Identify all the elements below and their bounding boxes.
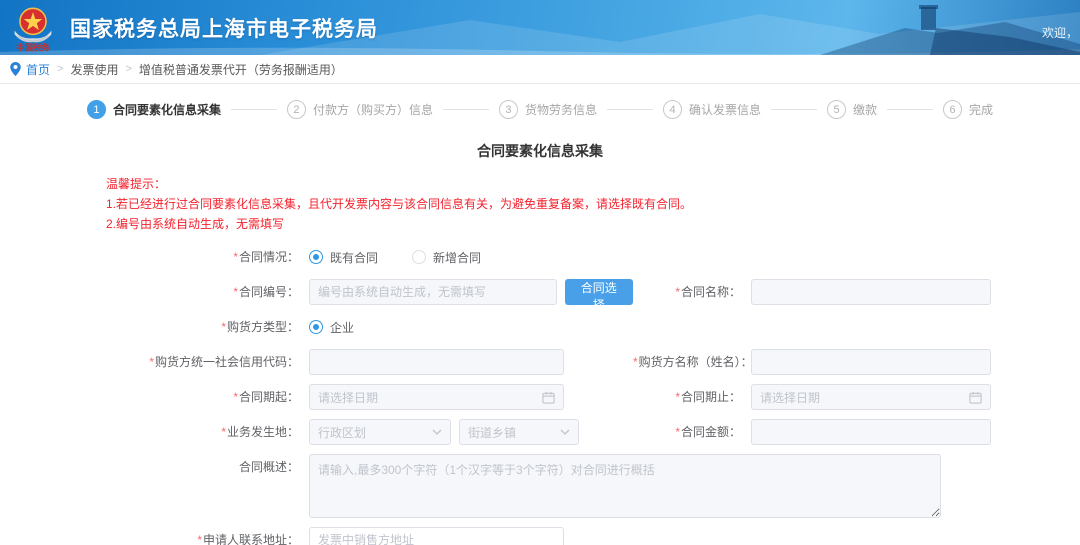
street-select[interactable]: 街道乡镇 xyxy=(459,419,579,445)
header-banner: 中国税务 国家税务总局上海市电子税务局 欢迎， xyxy=(0,0,1080,55)
breadcrumb: 首页 > 发票使用 > 增值税普通发票代开（劳务报酬适用） xyxy=(0,55,1080,84)
contract-select-button[interactable]: 合同选择 xyxy=(565,279,634,305)
date-end-picker[interactable]: 请选择日期 xyxy=(751,384,991,410)
logo-caption-text: 中国税务 xyxy=(16,42,50,52)
breadcrumb-home-link[interactable]: 首页 xyxy=(26,61,50,78)
radio-new-contract[interactable]: 新增合同 xyxy=(412,249,481,266)
step-number-badge: 4 xyxy=(663,100,682,119)
tips-line-1: 1.若已经进行过合同要素化信息采集，且代开发票内容与该合同信息有关，为避免重复备… xyxy=(106,195,1080,215)
step-5-payment: 5 缴款 xyxy=(827,100,877,119)
step-label: 付款方（购买方）信息 xyxy=(313,101,433,118)
district-select[interactable]: 行政区划 xyxy=(309,419,451,445)
radio-selected-icon xyxy=(309,250,323,264)
step-1-contract-info: 1 合同要素化信息采集 xyxy=(87,100,221,119)
radio-label: 企业 xyxy=(330,319,354,336)
step-4-confirm-invoice: 4 确认发票信息 xyxy=(663,100,761,119)
address-label: *申请人联系地址： xyxy=(109,527,309,545)
radio-unselected-icon xyxy=(412,250,426,264)
step-label: 合同要素化信息采集 xyxy=(113,101,221,118)
amount-label: *合同金额： xyxy=(633,419,751,445)
radio-existing-contract[interactable]: 既有合同 xyxy=(309,249,378,266)
calendar-icon xyxy=(542,391,555,404)
contract-name-label: *合同名称： xyxy=(633,279,751,305)
tips-title: 温馨提示： xyxy=(106,175,1080,195)
step-connector-line xyxy=(607,109,653,110)
step-connector-line xyxy=(443,109,489,110)
select-placeholder: 街道乡镇 xyxy=(468,424,516,441)
step-label: 完成 xyxy=(969,101,993,118)
contract-status-radio-group: 既有合同 新增合同 xyxy=(309,249,515,266)
contract-no-input[interactable] xyxy=(309,279,557,305)
buyer-name-input[interactable] xyxy=(751,349,991,375)
tips-line-2: 2.编号由系统自动生成，无需填写 xyxy=(106,215,1080,235)
date-placeholder: 请选择日期 xyxy=(760,389,820,406)
chevron-down-icon xyxy=(560,429,570,435)
breadcrumb-separator: > xyxy=(125,63,131,75)
date-start-label: *合同期起： xyxy=(109,384,309,410)
contract-info-form: *合同情况： 既有合同 新增合同 *合同编号： 合同选择 *合同名称： xyxy=(109,244,971,545)
contract-no-label: *合同编号： xyxy=(109,279,309,305)
breadcrumb-current-page: 增值税普通发票代开（劳务报酬适用） xyxy=(139,61,343,78)
buyer-type-radio-group: 企业 xyxy=(309,319,388,336)
radio-selected-icon xyxy=(309,320,323,334)
buyer-name-label: *购货方名称（姓名）： xyxy=(633,349,751,375)
step-6-complete: 6 完成 xyxy=(943,100,993,119)
step-wizard: 1 合同要素化信息采集 2 付款方（购买方）信息 3 货物劳务信息 4 确认发票… xyxy=(0,100,1080,119)
step-number-badge: 6 xyxy=(943,100,962,119)
tax-bureau-emblem-logo: 中国税务 xyxy=(10,4,56,54)
buyer-code-input[interactable] xyxy=(309,349,564,375)
summary-textarea[interactable] xyxy=(309,454,941,518)
breadcrumb-separator: > xyxy=(57,63,63,75)
date-start-picker[interactable]: 请选择日期 xyxy=(309,384,564,410)
chevron-down-icon xyxy=(432,429,442,435)
step-number-badge: 2 xyxy=(287,100,306,119)
location-pin-icon xyxy=(10,62,21,76)
site-title: 国家税务总局上海市电子税务局 xyxy=(70,13,378,43)
breadcrumb-invoice-use[interactable]: 发票使用 xyxy=(70,61,118,78)
step-connector-line xyxy=(887,109,933,110)
step-number-badge: 5 xyxy=(827,100,846,119)
summary-label: 合同概述： xyxy=(109,454,309,480)
radio-label: 既有合同 xyxy=(330,249,378,266)
step-2-payer-info: 2 付款方（购买方）信息 xyxy=(287,100,433,119)
step-connector-line xyxy=(231,109,277,110)
buyer-code-label: *购货方统一社会信用代码： xyxy=(109,349,309,375)
contract-status-label: *合同情况： xyxy=(109,244,309,270)
step-connector-line xyxy=(771,109,817,110)
contract-name-input[interactable] xyxy=(751,279,991,305)
step-label: 确认发票信息 xyxy=(689,101,761,118)
date-end-label: *合同期止： xyxy=(633,384,751,410)
radio-label: 新增合同 xyxy=(433,249,481,266)
location-label: *业务发生地： xyxy=(109,419,309,445)
select-placeholder: 行政区划 xyxy=(318,424,366,441)
address-input[interactable] xyxy=(309,527,564,545)
page-title: 合同要素化信息采集 xyxy=(0,141,1080,161)
calendar-icon xyxy=(969,391,982,404)
step-label: 缴款 xyxy=(853,101,877,118)
amount-input[interactable] xyxy=(751,419,991,445)
welcome-text: 欢迎， xyxy=(1042,24,1078,41)
radio-enterprise[interactable]: 企业 xyxy=(309,319,354,336)
warm-tips: 温馨提示： 1.若已经进行过合同要素化信息采集，且代开发票内容与该合同信息有关，… xyxy=(106,175,1080,234)
step-number-badge: 3 xyxy=(499,100,518,119)
date-placeholder: 请选择日期 xyxy=(318,389,378,406)
step-number-badge: 1 xyxy=(87,100,106,119)
step-label: 货物劳务信息 xyxy=(525,101,597,118)
buyer-type-label: *购货方类型： xyxy=(109,314,309,340)
step-3-goods-services: 3 货物劳务信息 xyxy=(499,100,597,119)
